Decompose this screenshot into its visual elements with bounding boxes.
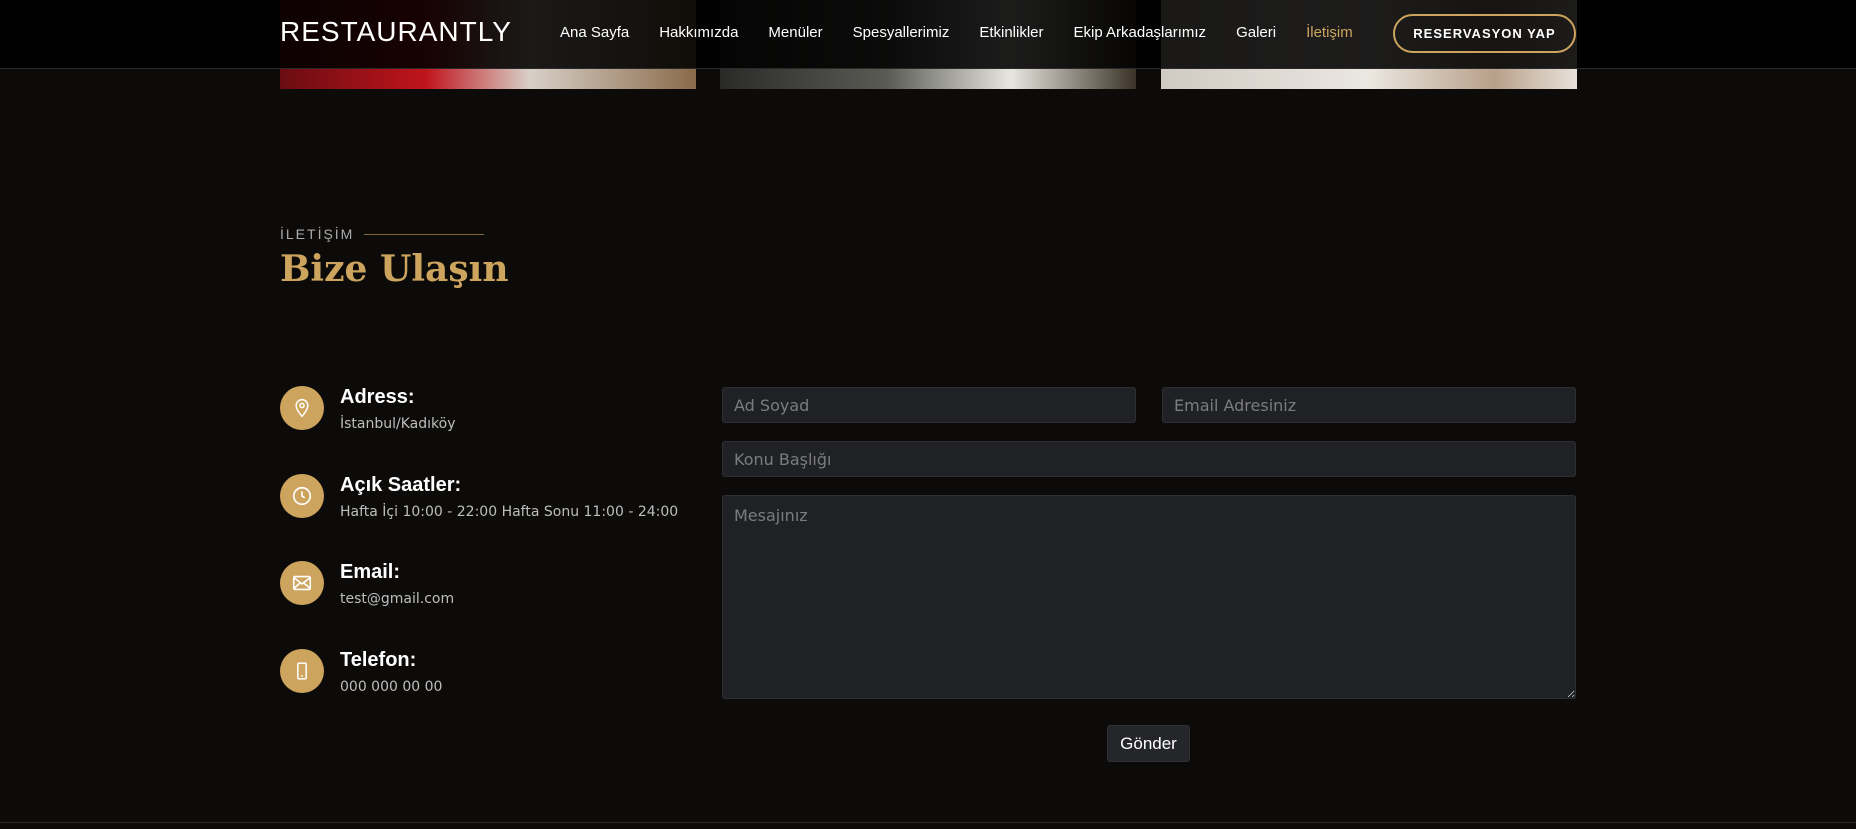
nav-item-ekip[interactable]: Ekip Arkadaşlarımız bbox=[1074, 24, 1207, 41]
main-nav: Ana Sayfa Hakkımızda Menüler Spesyalleri… bbox=[560, 24, 1383, 41]
nav-item-ana-sayfa[interactable]: Ana Sayfa bbox=[560, 24, 629, 41]
reservation-button[interactable]: RESERVASYON YAP bbox=[1393, 14, 1576, 53]
location-pin-icon bbox=[280, 386, 324, 430]
section-label-divider bbox=[364, 233, 485, 235]
info-text[interactable]: 000 000 00 00 bbox=[340, 679, 442, 695]
info-text[interactable]: test@gmail.com bbox=[340, 591, 454, 607]
info-title: Adress: bbox=[340, 386, 415, 408]
envelope-icon bbox=[280, 561, 324, 605]
email-input[interactable] bbox=[1162, 387, 1576, 423]
info-title: Email: bbox=[340, 561, 401, 583]
name-input[interactable] bbox=[722, 387, 1136, 423]
message-textarea[interactable] bbox=[722, 495, 1576, 699]
nav-item-etkinlikler[interactable]: Etkinlikler bbox=[979, 24, 1043, 41]
nav-item-hakkimizda[interactable]: Hakkımızda bbox=[659, 24, 738, 41]
info-text: Hafta İçi 10:00 - 22:00 Hafta Sonu 11:00… bbox=[340, 504, 679, 520]
nav-item-galeri[interactable]: Galeri bbox=[1236, 24, 1276, 41]
site-logo[interactable]: RESTAURANTLY bbox=[280, 16, 512, 48]
info-title: Telefon: bbox=[340, 649, 417, 671]
info-title: Açık Saatler: bbox=[340, 474, 462, 496]
subject-input[interactable] bbox=[722, 441, 1576, 477]
nav-item-menuler[interactable]: Menüler bbox=[768, 24, 822, 41]
nav-item-iletisim[interactable]: İletişim bbox=[1306, 24, 1353, 41]
page-title: Bize Ulaşın bbox=[280, 248, 509, 290]
info-text: İstanbul/Kadıköy bbox=[340, 416, 456, 432]
phone-icon bbox=[280, 649, 324, 693]
site-header: RESTAURANTLY Ana Sayfa Hakkımızda Menüle… bbox=[0, 0, 1856, 69]
submit-button[interactable]: Gönder bbox=[1107, 725, 1190, 762]
section-label-text: İLETİŞİM bbox=[280, 226, 355, 242]
clock-icon bbox=[280, 474, 324, 518]
section-divider bbox=[0, 822, 1856, 823]
section-label: İLETİŞİM bbox=[280, 226, 485, 242]
nav-item-spesyallerimiz[interactable]: Spesyallerimiz bbox=[853, 24, 950, 41]
